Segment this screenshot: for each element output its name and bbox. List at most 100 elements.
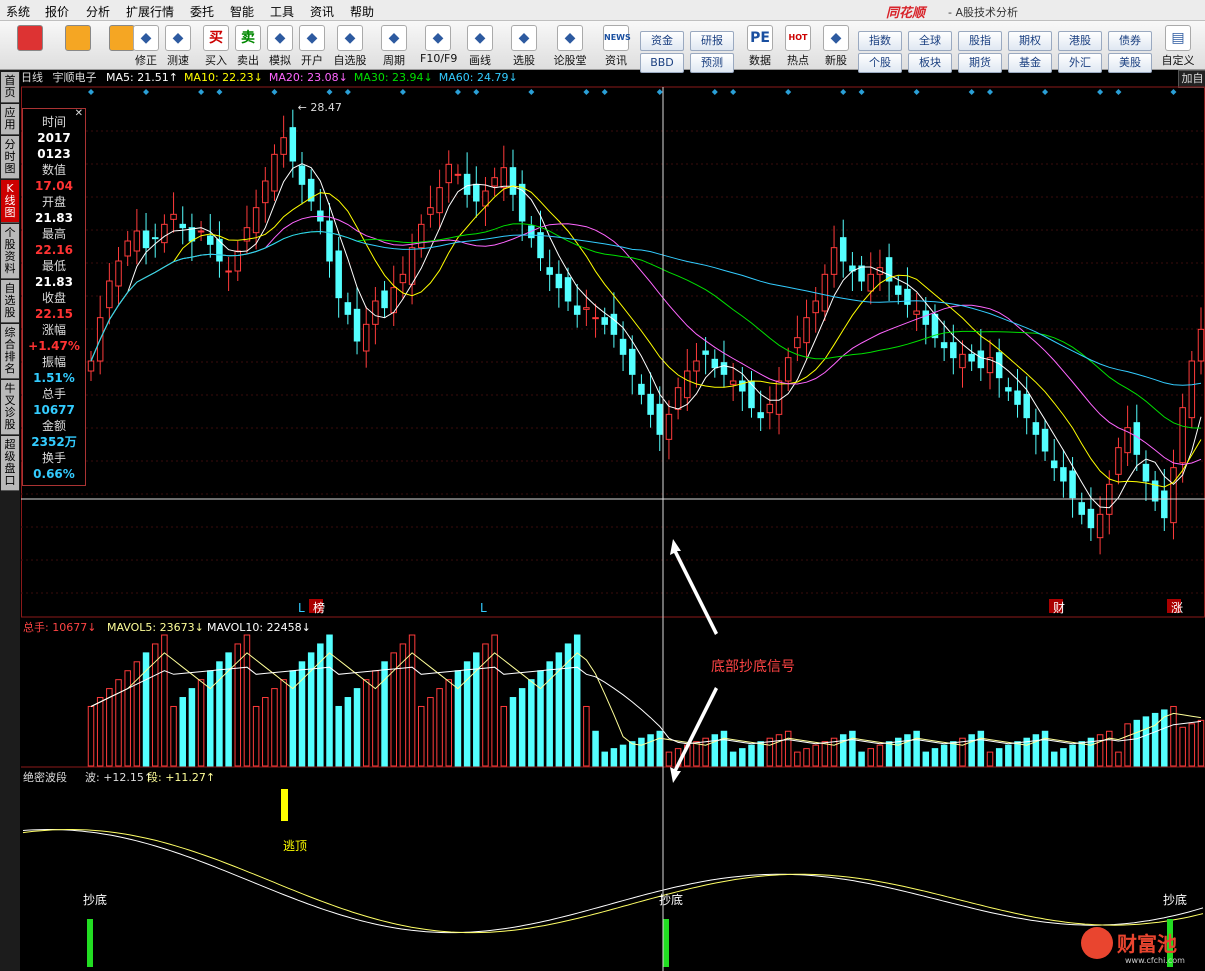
candle-body: [473, 183, 480, 202]
menu-item-0[interactable]: 系统: [6, 3, 30, 20]
volume-bar: [436, 688, 443, 767]
candle-body: [1050, 460, 1058, 469]
close-icon[interactable]: ✕: [75, 109, 83, 119]
candle-body: [1188, 360, 1196, 419]
candle-body: [739, 380, 746, 392]
menu-bar: 系统 报价 分析 扩展行情 委托 智能 工具 资讯 帮助: [0, 0, 1205, 21]
menu-item-8[interactable]: 帮助: [350, 3, 374, 20]
volume-bar: [179, 697, 186, 767]
toolbar-btn-7[interactable]: ◆ 周期: [376, 23, 412, 67]
toolbar-btn-0[interactable]: ◆ 修正: [128, 23, 164, 67]
toolbar-btn-12[interactable]: NEWS 资讯: [598, 23, 634, 67]
candle-body: [757, 412, 764, 419]
toolbar-btn-14[interactable]: HOT 热点: [780, 23, 816, 67]
menu-item-7[interactable]: 资讯: [310, 3, 334, 20]
candle-body: [326, 220, 333, 262]
volume-bar: [1060, 748, 1067, 767]
dw-value: 1.51%: [33, 371, 75, 385]
volume-bar: [693, 741, 700, 767]
volume-bar: [592, 730, 599, 767]
toolbar-btn-10[interactable]: ◆ 选股: [506, 23, 542, 67]
toolbar-btn-9[interactable]: ◆ 画线: [462, 23, 498, 67]
candle-body: [115, 260, 122, 287]
side-tab-1[interactable]: 应用: [1, 104, 19, 135]
candle-body: [656, 403, 664, 435]
volume-bar: [656, 730, 664, 767]
volume-bar: [344, 697, 352, 767]
menu-item-4[interactable]: 委托: [190, 3, 214, 20]
toolbar-btn-15[interactable]: ◆ 新股: [818, 23, 854, 67]
quick-7[interactable]: 期权: [1008, 31, 1052, 51]
candle-body: [1014, 390, 1021, 405]
quick-0[interactable]: 资金: [640, 31, 684, 51]
toolbar-btn-label: F10/F9: [420, 52, 458, 65]
candle-body: [335, 250, 342, 299]
toolbar-btn-1[interactable]: ◆ 测速: [160, 23, 196, 67]
toolbar-btn-5[interactable]: ◆ 开户: [294, 23, 330, 67]
menu-item-6[interactable]: 工具: [270, 3, 294, 20]
candle-body: [564, 277, 572, 302]
candle-body: [720, 362, 728, 375]
candle-body: [812, 300, 819, 314]
dw-key: 金额: [41, 419, 66, 433]
candle-body: [775, 380, 783, 415]
candle-body: [619, 338, 627, 355]
candle-body: [1078, 502, 1085, 515]
toolbar-btn-11[interactable]: ◆ 论股堂: [552, 23, 588, 67]
signal-diamond: [326, 89, 333, 95]
volume-bar: [1142, 716, 1150, 767]
toolbar-btn-label: 论股堂: [553, 54, 587, 67]
volume-bar: [1179, 726, 1186, 767]
volume-bar: [537, 670, 544, 767]
side-tab-2[interactable]: 分时图: [1, 136, 19, 179]
toolbar-btn-6[interactable]: ◆ 自选股: [332, 23, 368, 67]
side-tab-8[interactable]: 超级盘口: [1, 436, 19, 491]
grid-icon[interactable]: [12, 23, 48, 67]
toolbar-btn-8[interactable]: ◆ F10/F9: [420, 23, 458, 67]
toolbar-btn-13[interactable]: PE 数据: [742, 23, 778, 67]
dw-key: 总手: [41, 387, 66, 401]
signal-diamond: [730, 89, 737, 95]
candle-body: [491, 177, 498, 187]
side-tab-0[interactable]: 首页: [1, 72, 19, 103]
volume-bar: [252, 705, 260, 767]
quick-1[interactable]: 研报: [690, 31, 734, 51]
dw-key: 数值: [41, 163, 66, 177]
side-tab-3[interactable]: K线图: [1, 180, 19, 223]
side-tab-6[interactable]: 综合排名: [1, 324, 19, 379]
side-tab-7[interactable]: 牛叉诊股: [1, 380, 19, 435]
custom-button[interactable]: ▤ 自定义: [1160, 23, 1196, 67]
signal-diamond: [785, 89, 792, 95]
menu-item-1[interactable]: 报价: [45, 3, 69, 20]
quick-4[interactable]: 指数: [858, 31, 902, 51]
candle-body: [1096, 513, 1104, 539]
toolbar-btn-4[interactable]: ◆ 模拟: [262, 23, 298, 67]
menu-item-2[interactable]: 分析: [86, 3, 110, 20]
quick-6[interactable]: 股指: [958, 31, 1002, 51]
candle-body: [142, 230, 150, 249]
volume-bar: [977, 730, 985, 767]
signal-diamond: [216, 89, 223, 95]
quick-5[interactable]: 全球: [908, 31, 952, 51]
quick-8[interactable]: 港股: [1058, 31, 1102, 51]
menu-item-5[interactable]: 智能: [230, 3, 254, 20]
data-window: ✕ 时间 2017 0123 数值 17.04 开盘 21.83 最高 22.16 最低 21.83…: [22, 108, 86, 486]
monitor-icon: ◆: [511, 25, 537, 51]
menu-item-3[interactable]: 扩展行情: [126, 3, 174, 20]
back-arrow-icon[interactable]: [60, 23, 96, 67]
mavol10-label: MAVOL10: 22458↓: [207, 621, 311, 634]
dw-value: 21.83: [35, 211, 73, 225]
side-tab-4[interactable]: 个股资料: [1, 224, 19, 279]
volume-bar: [784, 730, 792, 767]
side-tab-5[interactable]: 自选股: [1, 280, 19, 323]
candle-body: [417, 223, 425, 249]
toolbar-btn-2[interactable]: 买买入: [198, 23, 234, 67]
signal-diamond: [1097, 89, 1104, 95]
hot-icon: HOT: [785, 25, 811, 51]
toolbar-btn-3[interactable]: 卖卖出: [230, 23, 266, 67]
chart-area[interactable]: ← 28.47L 榜 L 财涨 总手: 10677↓ MAVOL5: 23673↓ MAV…: [21, 71, 1205, 971]
candle-body: [225, 270, 232, 273]
candle-body: [537, 232, 544, 259]
quick-9[interactable]: 债券: [1108, 31, 1152, 51]
candle-body: [381, 290, 388, 309]
